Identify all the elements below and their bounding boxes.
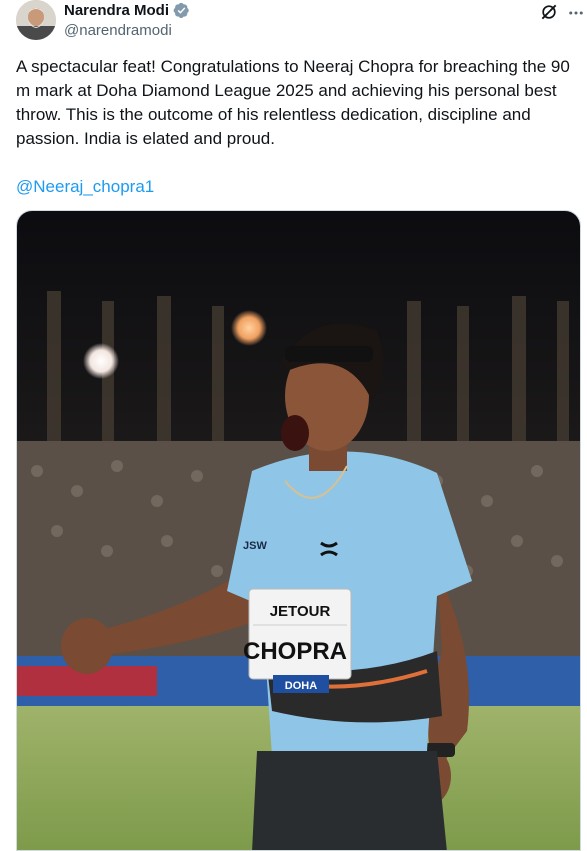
tweet-media-photo[interactable]: JSW JETOUR CHOPRA DOHA [16, 210, 581, 851]
grok-icon[interactable] [539, 2, 559, 22]
shirt-logo: JSW [243, 540, 267, 552]
verified-badge-icon [173, 2, 189, 19]
author-name-row: Narendra Modi [64, 2, 190, 19]
bib-name: CHOPRA [243, 638, 347, 665]
mention-link[interactable]: @Neeraj_chopra1 [16, 175, 154, 199]
bib-event: DOHA [285, 680, 317, 692]
avatar[interactable] [16, 0, 56, 40]
bib-sponsor: JETOUR [270, 603, 331, 620]
tweet-text: A spectacular feat! Congratulations to N… [16, 57, 570, 148]
avatar-image [16, 0, 56, 40]
author-display-name[interactable]: Narendra Modi [64, 2, 169, 19]
author-handle[interactable]: @narendramodi [64, 22, 172, 39]
more-options-icon[interactable] [567, 4, 585, 22]
athlete-photo: JSW JETOUR CHOPRA DOHA [17, 211, 580, 850]
